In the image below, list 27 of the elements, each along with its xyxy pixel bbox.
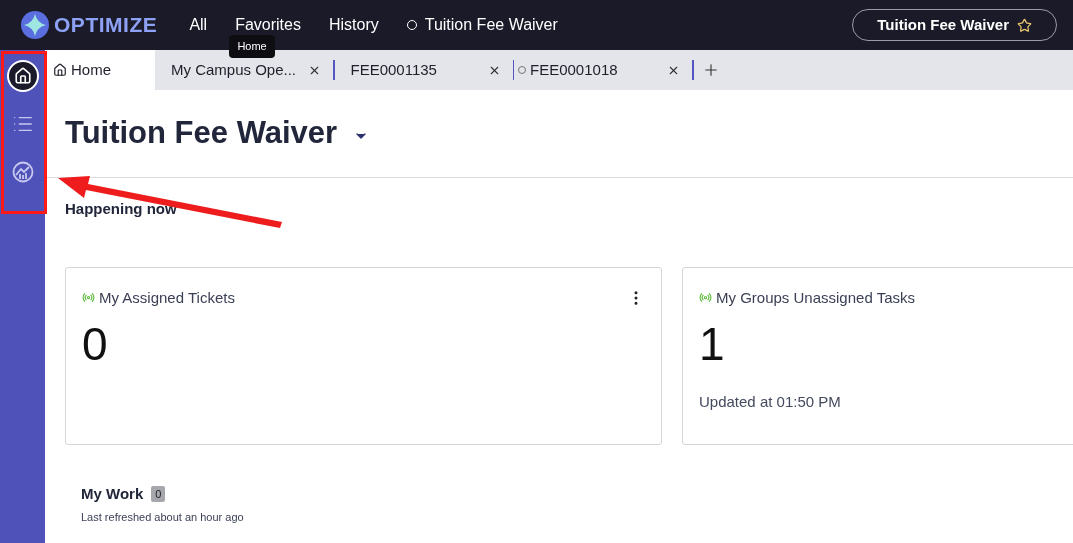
updated-time: Updated at 01:50 PM bbox=[699, 392, 842, 412]
logo-text: OPTIMIZE bbox=[54, 12, 158, 39]
nav-link[interactable]: Tuition Fee Waiver bbox=[406, 13, 558, 37]
chart-icon bbox=[11, 161, 34, 183]
home-icon bbox=[53, 63, 67, 77]
page-title: Tuition Fee Waiver bbox=[65, 114, 338, 153]
card-title: My Assigned Tickets bbox=[99, 287, 235, 308]
logo-icon bbox=[20, 10, 50, 40]
nav-link[interactable]: All bbox=[189, 13, 208, 37]
count-value: 0 bbox=[82, 321, 109, 367]
tab[interactable]: FEE0001018 bbox=[514, 50, 692, 90]
home-nav-button[interactable] bbox=[6, 60, 39, 92]
home-icon bbox=[13, 67, 32, 85]
star-icon bbox=[1017, 17, 1032, 33]
tooltip: Home bbox=[229, 35, 275, 58]
live-icon bbox=[82, 291, 95, 305]
card-title: My Groups Unassigned Tasks bbox=[716, 287, 915, 308]
refresh-note: Last refreshed about an hour ago bbox=[81, 510, 245, 525]
live-icon bbox=[699, 291, 712, 305]
count-badge: 0 bbox=[151, 485, 166, 502]
count-value: 1 bbox=[699, 321, 726, 367]
section-heading: Happening now bbox=[65, 199, 178, 219]
tab[interactable]: FEE0001135 bbox=[334, 50, 513, 90]
section-heading: My Work bbox=[81, 483, 144, 504]
nav-link[interactable]: History bbox=[328, 13, 379, 37]
nav-link[interactable]: Favorites bbox=[235, 13, 301, 37]
tab[interactable]: Home bbox=[45, 50, 155, 90]
